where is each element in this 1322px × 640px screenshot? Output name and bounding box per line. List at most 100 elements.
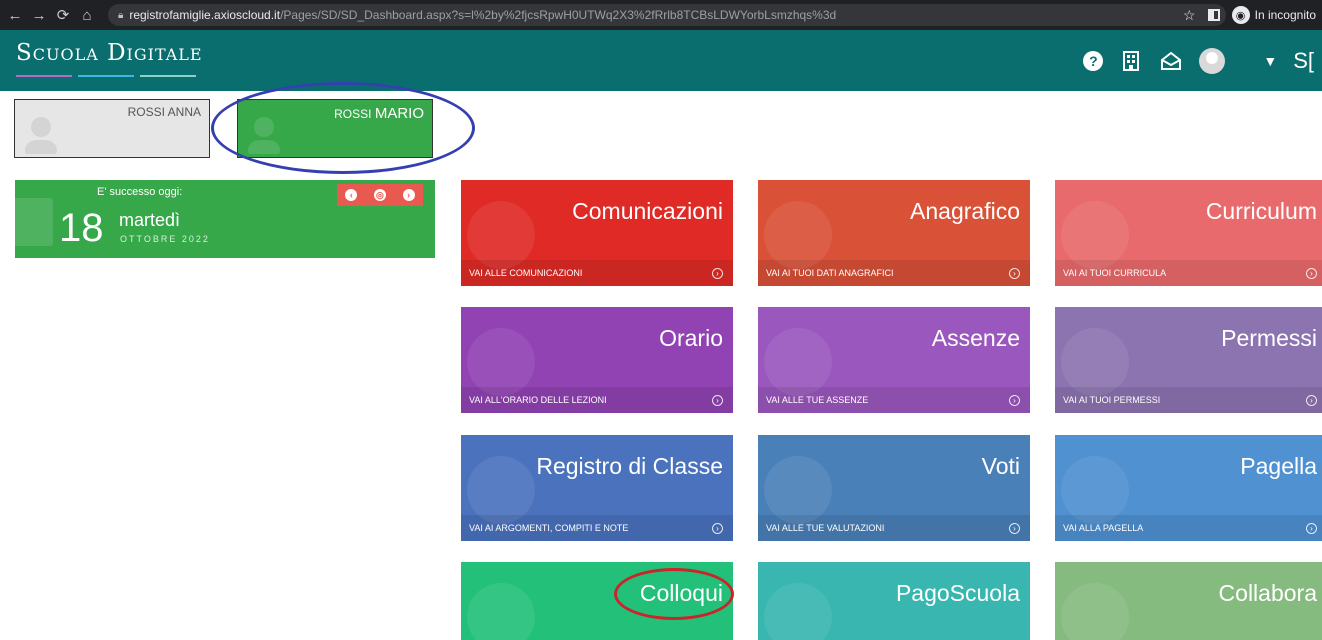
tile-footer-label: VAI ALLE COMUNICAZIONI xyxy=(469,268,583,278)
arrow-right-icon: › xyxy=(1009,268,1020,279)
tile-title: Voti xyxy=(981,453,1020,479)
tile-assenze[interactable]: Assenze VAI ALLE TUE ASSENZE › xyxy=(758,307,1030,413)
brand-line-teal xyxy=(140,75,196,77)
today-label: E' successo oggi: xyxy=(97,186,183,198)
day-number: 18 xyxy=(59,206,104,250)
today-target-icon[interactable]: ◎ xyxy=(373,189,386,201)
calendar-icon xyxy=(15,198,53,246)
user-avatar[interactable] xyxy=(1199,47,1226,74)
today-widget: E' successo oggi: 18 martedì OTTOBRE 202… xyxy=(15,180,435,258)
arrow-right-icon: › xyxy=(1009,395,1020,406)
home-icon[interactable]: ⌂ xyxy=(76,7,98,24)
tile-footer-label: VAI ALL'ORARIO DELLE LEZIONI xyxy=(469,395,607,405)
student-surname: ROSSI xyxy=(334,107,372,121)
tile-title: Colloqui xyxy=(639,580,723,606)
tile-footer-link[interactable]: VAI ALLE TUE ASSENZE › xyxy=(758,387,1030,413)
prev-day-icon[interactable]: ‹ xyxy=(345,189,358,201)
tile-footer-label: VAI AI TUOI DATI ANAGRAFICI xyxy=(766,268,894,278)
tile-orario[interactable]: Orario VAI ALL'ORARIO DELLE LEZIONI › xyxy=(461,307,733,413)
brand-line-purple xyxy=(16,75,72,77)
tile-title: Registro di Classe xyxy=(536,453,723,479)
tile-title: Comunicazioni xyxy=(572,198,723,224)
tile-collabora[interactable]: Collabora xyxy=(1055,562,1322,640)
person-icon xyxy=(25,117,57,154)
tile-voti[interactable]: Voti VAI ALLE TUE VALUTAZIONI › xyxy=(758,435,1030,541)
arrow-right-icon: › xyxy=(1306,268,1317,279)
forward-icon[interactable]: → xyxy=(28,7,50,24)
app-header: Scuola Digitale ? ▼ S[ xyxy=(0,30,1322,91)
back-icon[interactable]: ← xyxy=(4,7,26,24)
tile-watermark-icon xyxy=(467,583,535,640)
building-icon[interactable] xyxy=(1119,49,1143,73)
header-icons: ? ▼ S[ xyxy=(1083,30,1322,91)
arrow-right-icon: › xyxy=(712,268,723,279)
weekday: martedì xyxy=(119,210,181,230)
tile-colloqui[interactable]: Colloqui xyxy=(461,562,733,640)
browser-nav: ← → ⟳ ⌂ xyxy=(0,6,98,25)
url-path: /Pages/SD/SD_Dashboard.aspx?s=l%2by%2fjc… xyxy=(280,8,837,22)
student-card-rossi-mario[interactable]: ROSSI MARIO xyxy=(237,99,433,158)
tile-watermark-icon xyxy=(1061,583,1129,640)
tile-curriculum[interactable]: Curriculum VAI AI TUOI CURRICULA › xyxy=(1055,180,1322,286)
person-icon xyxy=(248,117,280,154)
header-partial-text: S[ xyxy=(1293,47,1314,73)
tile-footer-link[interactable]: VAI AI ARGOMENTI, COMPITI E NOTE › xyxy=(461,515,733,541)
tile-comunicazioni[interactable]: Comunicazioni VAI ALLE COMUNICAZIONI › xyxy=(461,180,733,286)
tile-pagoscuola[interactable]: PagoScuola xyxy=(758,562,1030,640)
arrow-right-icon: › xyxy=(712,395,723,406)
brand-underline xyxy=(16,75,196,77)
incognito-label: In incognito xyxy=(1254,8,1316,22)
tile-title: Anagrafico xyxy=(910,198,1020,224)
arrow-right-icon: › xyxy=(1306,523,1317,534)
tile-title: Assenze xyxy=(931,325,1020,351)
tile-title: Permessi xyxy=(1221,325,1317,351)
address-bar[interactable]: 🔒︎ registrofamiglie.axioscloud.it /Pages… xyxy=(108,4,1226,26)
tile-footer-link[interactable]: VAI ALLA PAGELLA › xyxy=(1055,515,1322,541)
side-panel-icon[interactable] xyxy=(1207,9,1220,21)
tile-footer-link[interactable]: VAI ALLE COMUNICAZIONI › xyxy=(461,260,733,286)
student-name: ROSSI MARIO xyxy=(334,105,424,122)
chevron-down-icon[interactable]: ▼ xyxy=(1263,53,1277,69)
incognito-icon: ◉ xyxy=(1231,6,1250,24)
tile-footer-label: VAI ALLA PAGELLA xyxy=(1063,523,1144,533)
tile-watermark-icon xyxy=(764,583,832,640)
tile-title: Collabora xyxy=(1218,580,1317,606)
tile-footer-label: VAI AI TUOI PERMESSI xyxy=(1063,395,1161,405)
student-card-rossi-anna[interactable]: ROSSI ANNA xyxy=(14,99,210,158)
tile-footer-label: VAI AI ARGOMENTI, COMPITI E NOTE xyxy=(469,523,629,533)
tile-pagella[interactable]: Pagella VAI ALLA PAGELLA › xyxy=(1055,435,1322,541)
browser-right-controls: ☆ ◉ In incognito xyxy=(1183,0,1316,30)
tile-title: Curriculum xyxy=(1205,198,1317,224)
brand-logo[interactable]: Scuola Digitale xyxy=(16,40,203,66)
arrow-right-icon: › xyxy=(1306,395,1317,406)
arrow-right-icon: › xyxy=(712,523,723,534)
url-host: registrofamiglie.axioscloud.it xyxy=(129,8,281,22)
tile-footer-label: VAI ALLE TUE VALUTAZIONI xyxy=(766,523,885,533)
tile-footer-link[interactable]: VAI AI TUOI CURRICULA › xyxy=(1055,260,1322,286)
arrow-right-icon: › xyxy=(1009,523,1020,534)
tile-permessi[interactable]: Permessi VAI AI TUOI PERMESSI › xyxy=(1055,307,1322,413)
lock-icon: 🔒︎ xyxy=(118,9,124,21)
tile-footer-link[interactable]: VAI ALLE TUE VALUTAZIONI › xyxy=(758,515,1030,541)
brand-line-blue xyxy=(78,75,134,77)
tile-title: Pagella xyxy=(1240,453,1317,479)
tile-registro-di-classe[interactable]: Registro di Classe VAI AI ARGOMENTI, COMP… xyxy=(461,435,733,541)
tile-footer-link[interactable]: VAI ALL'ORARIO DELLE LEZIONI › xyxy=(461,387,733,413)
bookmark-star-icon[interactable]: ☆ xyxy=(1183,7,1196,24)
date-nav: ‹ ◎ › xyxy=(337,184,423,206)
tile-title: Orario xyxy=(659,325,723,351)
tile-anagrafico[interactable]: Anagrafico VAI AI TUOI DATI ANAGRAFICI › xyxy=(758,180,1030,286)
help-icon[interactable]: ? xyxy=(1083,50,1104,71)
tile-title: PagoScuola xyxy=(895,580,1020,606)
next-day-icon[interactable]: › xyxy=(402,189,415,201)
envelope-open-icon[interactable] xyxy=(1159,49,1183,73)
incognito-indicator[interactable]: ◉ In incognito xyxy=(1231,6,1316,24)
tile-footer-link[interactable]: VAI AI TUOI PERMESSI › xyxy=(1055,387,1322,413)
student-name: ROSSI ANNA xyxy=(127,105,201,119)
student-firstname: MARIO xyxy=(374,105,424,122)
tile-footer-label: VAI ALLE TUE ASSENZE xyxy=(766,395,869,405)
reload-icon[interactable]: ⟳ xyxy=(52,6,74,24)
tile-footer-label: VAI AI TUOI CURRICULA xyxy=(1063,268,1167,278)
browser-toolbar: ← → ⟳ ⌂ 🔒︎ registrofamiglie.axioscloud.i… xyxy=(0,0,1322,30)
tile-footer-link[interactable]: VAI AI TUOI DATI ANAGRAFICI › xyxy=(758,260,1030,286)
